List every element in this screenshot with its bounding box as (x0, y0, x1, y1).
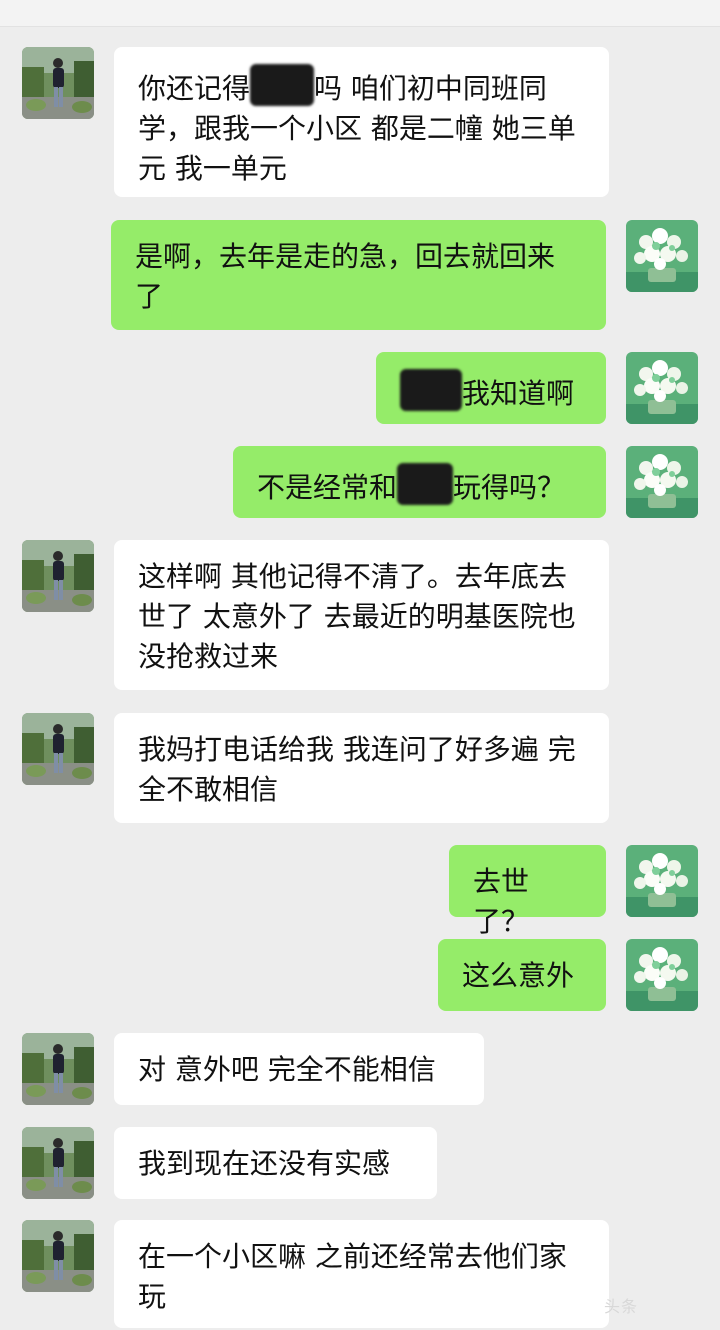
incoming-message-bubble[interactable]: 这样啊 其他记得不清了。去年底去世了 太意外了 去最近的明基医院也没抢救过来 (114, 540, 609, 690)
redaction-mark: [name] (250, 64, 315, 106)
contact-avatar[interactable] (22, 1127, 94, 1199)
incoming-message-bubble[interactable]: 对 意外吧 完全不能相信 (114, 1033, 484, 1105)
message-row: 对 意外吧 完全不能相信 (0, 1033, 720, 1107)
incoming-message-bubble[interactable]: 你还记得[name]吗 咱们初中同班同学，跟我一个小区 都是二幢 她三单元 我一… (114, 47, 609, 197)
flower-painting-avatar-icon (626, 220, 698, 292)
message-row: [name]我知道啊 (0, 352, 720, 426)
message-text: 不是经常和 (257, 471, 398, 504)
outgoing-message-bubble[interactable]: 是啊，去年是走的急，回去就回来了 (111, 220, 606, 330)
outgoing-message-bubble[interactable]: 不是经常和[name]玩得吗？ (233, 446, 606, 518)
message-row: 去世了？ (0, 845, 720, 938)
contact-avatar[interactable] (22, 1220, 94, 1292)
message-row: 这么意外 (0, 939, 720, 1013)
flower-painting-avatar-icon (626, 446, 698, 518)
outgoing-message-bubble[interactable]: 这么意外 (438, 939, 606, 1011)
user-photo-avatar-icon (22, 540, 94, 612)
message-text: 这样啊 其他记得不清了。去年底去世了 太意外了 去最近的明基医院也没抢救过来 (138, 560, 576, 673)
user-photo-avatar-icon (22, 47, 94, 119)
contact-avatar[interactable] (22, 47, 94, 119)
message-text: 是啊，去年是走的急，回去就回来了 (135, 240, 556, 313)
incoming-message-bubble[interactable]: 在一个小区嘛 之前还经常去他们家玩 (114, 1220, 609, 1328)
message-row: 你还记得[name]吗 咱们初中同班同学，跟我一个小区 都是二幢 她三单元 我一… (0, 47, 720, 199)
message-row: 我到现在还没有实感 (0, 1127, 720, 1201)
user-photo-avatar-icon (22, 1127, 94, 1199)
message-text: 玩得吗？ (453, 471, 566, 504)
incoming-message-bubble[interactable]: 我到现在还没有实感 (114, 1127, 437, 1199)
message-text: 对 意外吧 完全不能相信 (138, 1053, 436, 1086)
contact-avatar[interactable] (22, 1033, 94, 1105)
user-photo-avatar-icon (22, 1220, 94, 1292)
my-avatar[interactable] (626, 845, 698, 917)
message-text: 我妈打电话给我 我连问了好多遍 完全不敢相信 (138, 733, 576, 806)
user-photo-avatar-icon (22, 713, 94, 785)
my-avatar[interactable] (626, 220, 698, 292)
outgoing-message-bubble[interactable]: 去世了？ (449, 845, 606, 938)
my-avatar[interactable] (626, 939, 698, 1011)
message-text: 这么意外 (462, 959, 575, 992)
message-text: 你还记得 (138, 72, 251, 105)
message-row: 是啊，去年是走的急，回去就回来了 (0, 220, 720, 332)
message-text: 去世了？ (473, 865, 530, 938)
my-avatar[interactable] (626, 446, 698, 518)
my-avatar[interactable] (626, 352, 698, 424)
contact-avatar[interactable] (22, 713, 94, 785)
message-row: 这样啊 其他记得不清了。去年底去世了 太意外了 去最近的明基医院也没抢救过来 (0, 540, 720, 692)
message-text: 我知道啊 (462, 377, 575, 410)
incoming-message-bubble[interactable]: 我妈打电话给我 我连问了好多遍 完全不敢相信 (114, 713, 609, 823)
watermark: 头条 (604, 1297, 639, 1316)
redaction-mark: [name] (400, 369, 462, 411)
redaction-mark: [name] (397, 463, 454, 505)
message-text: 在一个小区嘛 之前还经常去他们家玩 (138, 1240, 567, 1313)
top-bar (0, 0, 720, 27)
contact-avatar[interactable] (22, 540, 94, 612)
flower-painting-avatar-icon (626, 939, 698, 1011)
flower-painting-avatar-icon (626, 352, 698, 424)
user-photo-avatar-icon (22, 1033, 94, 1105)
outgoing-message-bubble[interactable]: [name]我知道啊 (376, 352, 606, 424)
message-row: 不是经常和[name]玩得吗？ (0, 446, 720, 520)
message-row: 我妈打电话给我 我连问了好多遍 完全不敢相信 (0, 713, 720, 825)
message-text: 我到现在还没有实感 (138, 1147, 391, 1180)
flower-painting-avatar-icon (626, 845, 698, 917)
